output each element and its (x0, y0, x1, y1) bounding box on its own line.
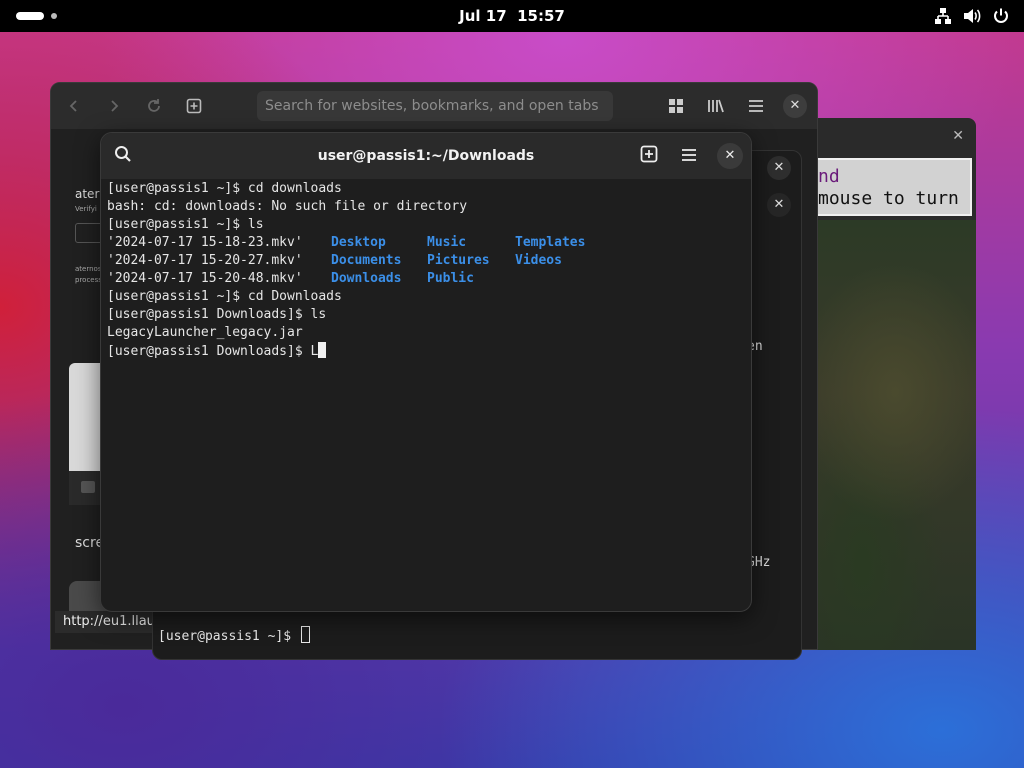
top-bar: Jul 17 15:57 (0, 0, 1024, 32)
terminal-current-line[interactable]: [user@passis1 Downloads]$ L (107, 342, 747, 360)
terminal-search-button[interactable] (109, 142, 137, 170)
game-close-button[interactable]: ✕ (952, 128, 964, 144)
ls-directory: Documents (331, 253, 402, 268)
terminal-line: [user@passis1 ~]$ ls (107, 217, 264, 232)
ls-directory: Videos (515, 253, 562, 268)
browser-header-bar: ✕ (51, 83, 817, 129)
hamburger-menu-icon (681, 147, 697, 166)
terminal-tab-2-close-button[interactable]: ✕ (767, 193, 791, 217)
ls-directory: Public (427, 271, 474, 286)
back-icon[interactable] (63, 95, 85, 117)
terminal-line: [user@passis1 ~]$ cd downloads (107, 181, 342, 196)
browser-search-input[interactable] (257, 91, 613, 121)
ls-file: '2024-07-17 15-20-48.mkv' (107, 271, 303, 286)
terminal-menu-button[interactable] (675, 142, 703, 170)
library-icon[interactable] (705, 95, 727, 117)
ls-output-row: '2024-07-17 15-20-48.mkv' Downloads Publ… (107, 270, 747, 288)
search-icon (114, 145, 132, 167)
game-window[interactable]: ✕ nd mouse to turn (810, 118, 976, 650)
page-text-verify: Verifyi (75, 205, 97, 213)
system-tray[interactable] (934, 7, 1010, 25)
ls-directory: Templates (515, 235, 586, 250)
ls-file: '2024-07-17 15-20-27.mkv' (107, 253, 303, 268)
new-tab-icon (640, 145, 658, 167)
tab-overview-icon[interactable] (665, 95, 687, 117)
terminal-tab-1-close-button[interactable]: ✕ (767, 156, 791, 180)
terminal-header-bar: user@passis1:~/Downloads ✕ (101, 133, 751, 179)
terminal-line: [user@passis1 Downloads]$ ls (107, 307, 327, 322)
activities-button[interactable] (16, 10, 60, 22)
ls-directory: Desktop (331, 235, 386, 250)
background-terminal-prompt: [user@passis1 ~]$ (158, 626, 310, 644)
ls-directory: Music (427, 235, 467, 250)
page-text-aternos: aternos (75, 265, 102, 273)
background-terminal-cursor (300, 626, 310, 643)
forward-icon[interactable] (103, 95, 125, 117)
terminal-window[interactable]: user@passis1:~/Downloads ✕ [user@passis1… (100, 132, 752, 612)
clock-date: Jul 17 (459, 7, 507, 25)
terminal-cursor (318, 342, 327, 358)
terminal-line: LegacyLauncher_legacy.jar (107, 325, 303, 340)
volume-icon (962, 7, 982, 25)
terminal-line: bash: cd: downloads: No such file or dir… (107, 199, 468, 214)
ls-directory: Pictures (427, 253, 490, 268)
ls-directory: Downloads (331, 271, 402, 286)
thumbnail-badge-icon (81, 481, 95, 493)
ls-output-row: '2024-07-17 15-18-23.mkv' Desktop Music … (107, 234, 747, 252)
ls-file: '2024-07-17 15-18-23.mkv' (107, 235, 303, 250)
terminal-title-text: user@passis1:~/Downloads (317, 148, 535, 164)
power-icon (992, 7, 1010, 25)
terminal-line: [user@passis1 ~]$ cd Downloads (107, 289, 342, 304)
browser-status-url: http://eu1.llau (55, 611, 163, 633)
ls-output-row: '2024-07-17 15-20-27.mkv' Documents Pict… (107, 252, 747, 270)
browser-menu-icon[interactable] (745, 95, 767, 117)
game-banner-line-1: nd (818, 166, 840, 187)
reload-icon[interactable] (143, 95, 165, 117)
new-tab-icon[interactable] (183, 95, 205, 117)
browser-close-button[interactable]: ✕ (783, 94, 807, 118)
game-banner-line-2: mouse to turn (818, 188, 959, 209)
clock-time: 15:57 (517, 7, 565, 25)
clock: Jul 17 15:57 (0, 0, 1024, 32)
terminal-output[interactable]: [user@passis1 ~]$ cd downloads bash: cd:… (107, 180, 747, 608)
page-text-process: process (75, 276, 102, 284)
workspace-indicator-active (16, 12, 44, 20)
terminal-close-button[interactable]: ✕ (717, 143, 743, 169)
game-tutorial-banner: nd mouse to turn (814, 158, 972, 216)
background-prompt-text: [user@passis1 ~]$ (158, 629, 299, 644)
terminal-input-text: [user@passis1 Downloads]$ L (107, 344, 319, 359)
workspace-indicator-dot (51, 13, 57, 19)
game-viewport[interactable] (814, 220, 976, 650)
clock-button[interactable]: Jul 17 15:57 (459, 7, 565, 25)
terminal-new-tab-button[interactable] (635, 142, 663, 170)
network-icon (934, 7, 952, 25)
